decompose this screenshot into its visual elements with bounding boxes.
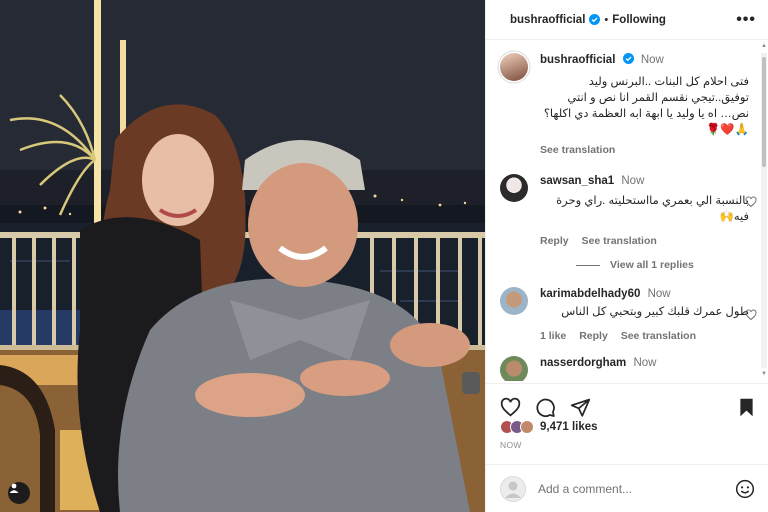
avatar[interactable] xyxy=(500,53,528,81)
heart-icon[interactable] xyxy=(745,196,757,208)
comment-input[interactable]: Add a comment... xyxy=(538,482,632,496)
avatar[interactable] xyxy=(500,287,528,315)
caption: bushraofficial Now فتى احلام كل البنات .… xyxy=(500,53,749,156)
comment-text: طول عمرك قلبك كبير وبتحبي كل الناس xyxy=(561,306,749,318)
comment-button[interactable] xyxy=(535,397,556,418)
reply-link[interactable]: Reply xyxy=(540,235,569,247)
add-comment-bar: Add a comment... xyxy=(486,464,768,512)
caption-username[interactable]: bushraofficial xyxy=(540,54,615,66)
emoji-icon[interactable] xyxy=(735,479,755,499)
comment-time: Now xyxy=(621,175,645,187)
author-username[interactable]: bushraofficial xyxy=(510,14,585,26)
see-translation-link[interactable]: See translation xyxy=(621,330,696,342)
bookmark-icon xyxy=(740,398,753,417)
comment-time: Now xyxy=(633,357,657,369)
user-tag-icon[interactable] xyxy=(8,482,30,504)
reply-link[interactable]: Reply xyxy=(579,330,608,342)
like-button[interactable] xyxy=(500,397,521,418)
post-photo[interactable] xyxy=(0,0,485,512)
comment-text: بالنسبة الي بعمري مااستحليته .راي وحرة ف… xyxy=(556,195,749,223)
comment-username[interactable]: nasserdorgham xyxy=(540,357,626,369)
verified-badge-icon xyxy=(622,53,634,64)
likes-count[interactable]: 9,471 likes xyxy=(540,421,598,433)
post-header: bushraofficial • Following ••• xyxy=(486,0,768,40)
scrollbar-thumb[interactable] xyxy=(762,57,766,167)
caption-text: فتى احلام كل البنات ..البرنس وليد توفيق.… xyxy=(543,76,749,136)
post-details-panel: bushraofficial • Following ••• bushraoff… xyxy=(485,0,768,512)
comment-time: Now xyxy=(647,288,671,300)
comment-username[interactable]: sawsan_sha1 xyxy=(540,175,614,187)
avatar[interactable] xyxy=(500,174,528,202)
comments-scrollbar[interactable]: ▲ ▼ xyxy=(761,43,767,378)
verified-badge-icon xyxy=(589,14,601,25)
heart-icon[interactable] xyxy=(745,309,757,321)
see-translation-link[interactable]: See translation xyxy=(540,144,615,156)
scroll-up-icon[interactable]: ▲ xyxy=(761,43,767,49)
view-replies-link[interactable]: View all 1 replies xyxy=(576,259,749,271)
following-button[interactable]: Following xyxy=(612,14,666,26)
likes-row: 9,471 likes xyxy=(500,420,598,434)
avatar[interactable] xyxy=(500,356,528,381)
comment-item: karimabdelhady60 Now طول عمرك قلبك كبير … xyxy=(500,287,757,342)
likes-count[interactable]: 1 like xyxy=(540,330,566,342)
more-options-icon[interactable]: ••• xyxy=(736,11,756,28)
photo-illustration xyxy=(0,0,485,512)
share-icon xyxy=(570,398,591,417)
see-translation-link[interactable]: See translation xyxy=(582,235,657,247)
post-actions xyxy=(486,383,768,423)
profile-avatar-icon xyxy=(500,475,526,502)
comment-username[interactable]: karimabdelhady60 xyxy=(540,288,640,300)
post-timestamp: NOW xyxy=(500,440,522,450)
comments-list[interactable]: bushraofficial Now فتى احلام كل البنات .… xyxy=(486,41,768,381)
comment-icon xyxy=(536,398,555,418)
scroll-down-icon[interactable]: ▼ xyxy=(761,371,767,377)
comment-item: sawsan_sha1 Now بالنسبة الي بعمري مااستح… xyxy=(500,174,757,271)
share-button[interactable] xyxy=(570,397,591,418)
caption-time: Now xyxy=(640,54,664,66)
comment-item: nasserdorgham Now xyxy=(500,356,749,381)
separator-dot: • xyxy=(604,13,609,26)
save-button[interactable] xyxy=(736,397,757,418)
liker-avatar xyxy=(520,420,534,434)
heart-icon xyxy=(500,397,521,417)
